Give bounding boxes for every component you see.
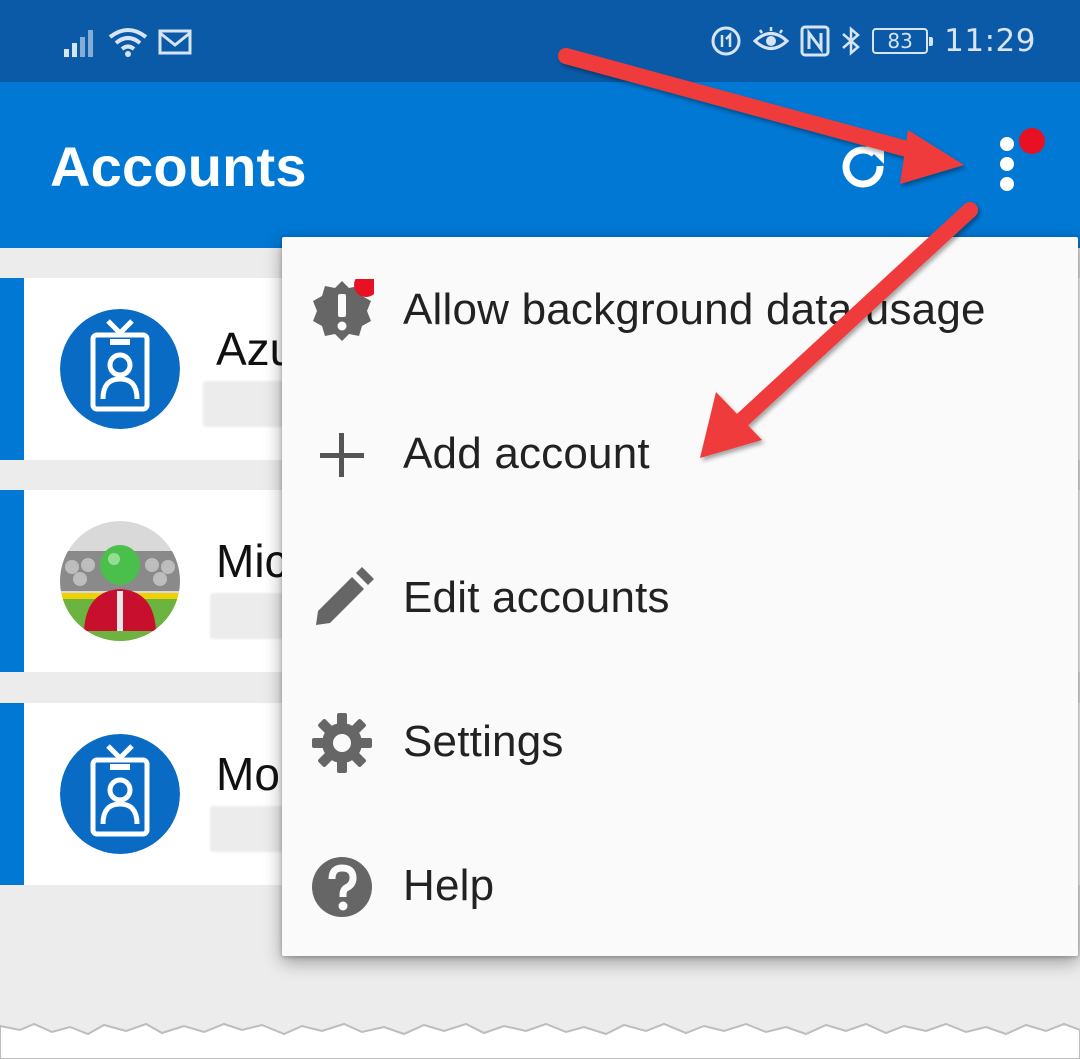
id-badge-icon — [60, 734, 180, 854]
menu-item-label: Edit accounts — [403, 573, 670, 622]
menu-item-label: Add account — [403, 429, 650, 478]
gear-icon — [312, 713, 372, 773]
menu-item-label: Allow background data usage — [403, 285, 986, 334]
account-accent-bar — [0, 703, 24, 885]
status-right-icons: 83 11:29 — [710, 18, 1036, 64]
battery-icon: 83 — [872, 28, 934, 54]
help-icon — [312, 857, 372, 917]
menu-item-add-account[interactable]: Add account — [282, 383, 1078, 527]
mail-icon — [158, 29, 192, 55]
menu-item-allow-background-data[interactable]: Allow background data usage — [282, 239, 1078, 383]
overflow-menu: Allow background data usage Add account … — [282, 237, 1078, 956]
wifi-icon — [108, 28, 148, 57]
battery-level: 83 — [887, 29, 913, 53]
refresh-button[interactable] — [832, 140, 896, 196]
plus-icon — [320, 433, 364, 477]
nfc-icon — [800, 25, 830, 57]
pencil-icon — [316, 567, 374, 625]
status-left-icons — [64, 22, 192, 62]
menu-item-edit-accounts[interactable]: Edit accounts — [282, 527, 1078, 671]
notification-dot — [1019, 128, 1045, 154]
account-accent-bar — [0, 490, 24, 672]
data-saver-icon — [711, 26, 741, 56]
person-avatar-photo — [60, 521, 180, 641]
status-bar: 83 11:29 — [0, 0, 1080, 82]
alert-badge-icon — [313, 279, 374, 341]
account-accent-bar — [0, 278, 24, 460]
menu-item-help[interactable]: Help — [282, 815, 1078, 959]
eye-comfort-icon — [752, 27, 790, 50]
account-name: Mo — [216, 748, 280, 800]
menu-item-label: Settings — [403, 717, 564, 766]
page-title: Accounts — [50, 135, 307, 198]
signal-icon — [64, 30, 93, 57]
menu-item-label: Help — [403, 861, 495, 910]
bluetooth-icon — [842, 26, 861, 56]
refresh-icon — [842, 146, 884, 188]
menu-item-settings[interactable]: Settings — [282, 671, 1078, 815]
torn-edge-decoration — [0, 1022, 1080, 1059]
id-badge-icon — [60, 309, 180, 429]
status-time: 11:29 — [944, 23, 1036, 59]
account-name: Mic — [216, 535, 288, 587]
app-bar: Accounts — [0, 82, 1080, 248]
